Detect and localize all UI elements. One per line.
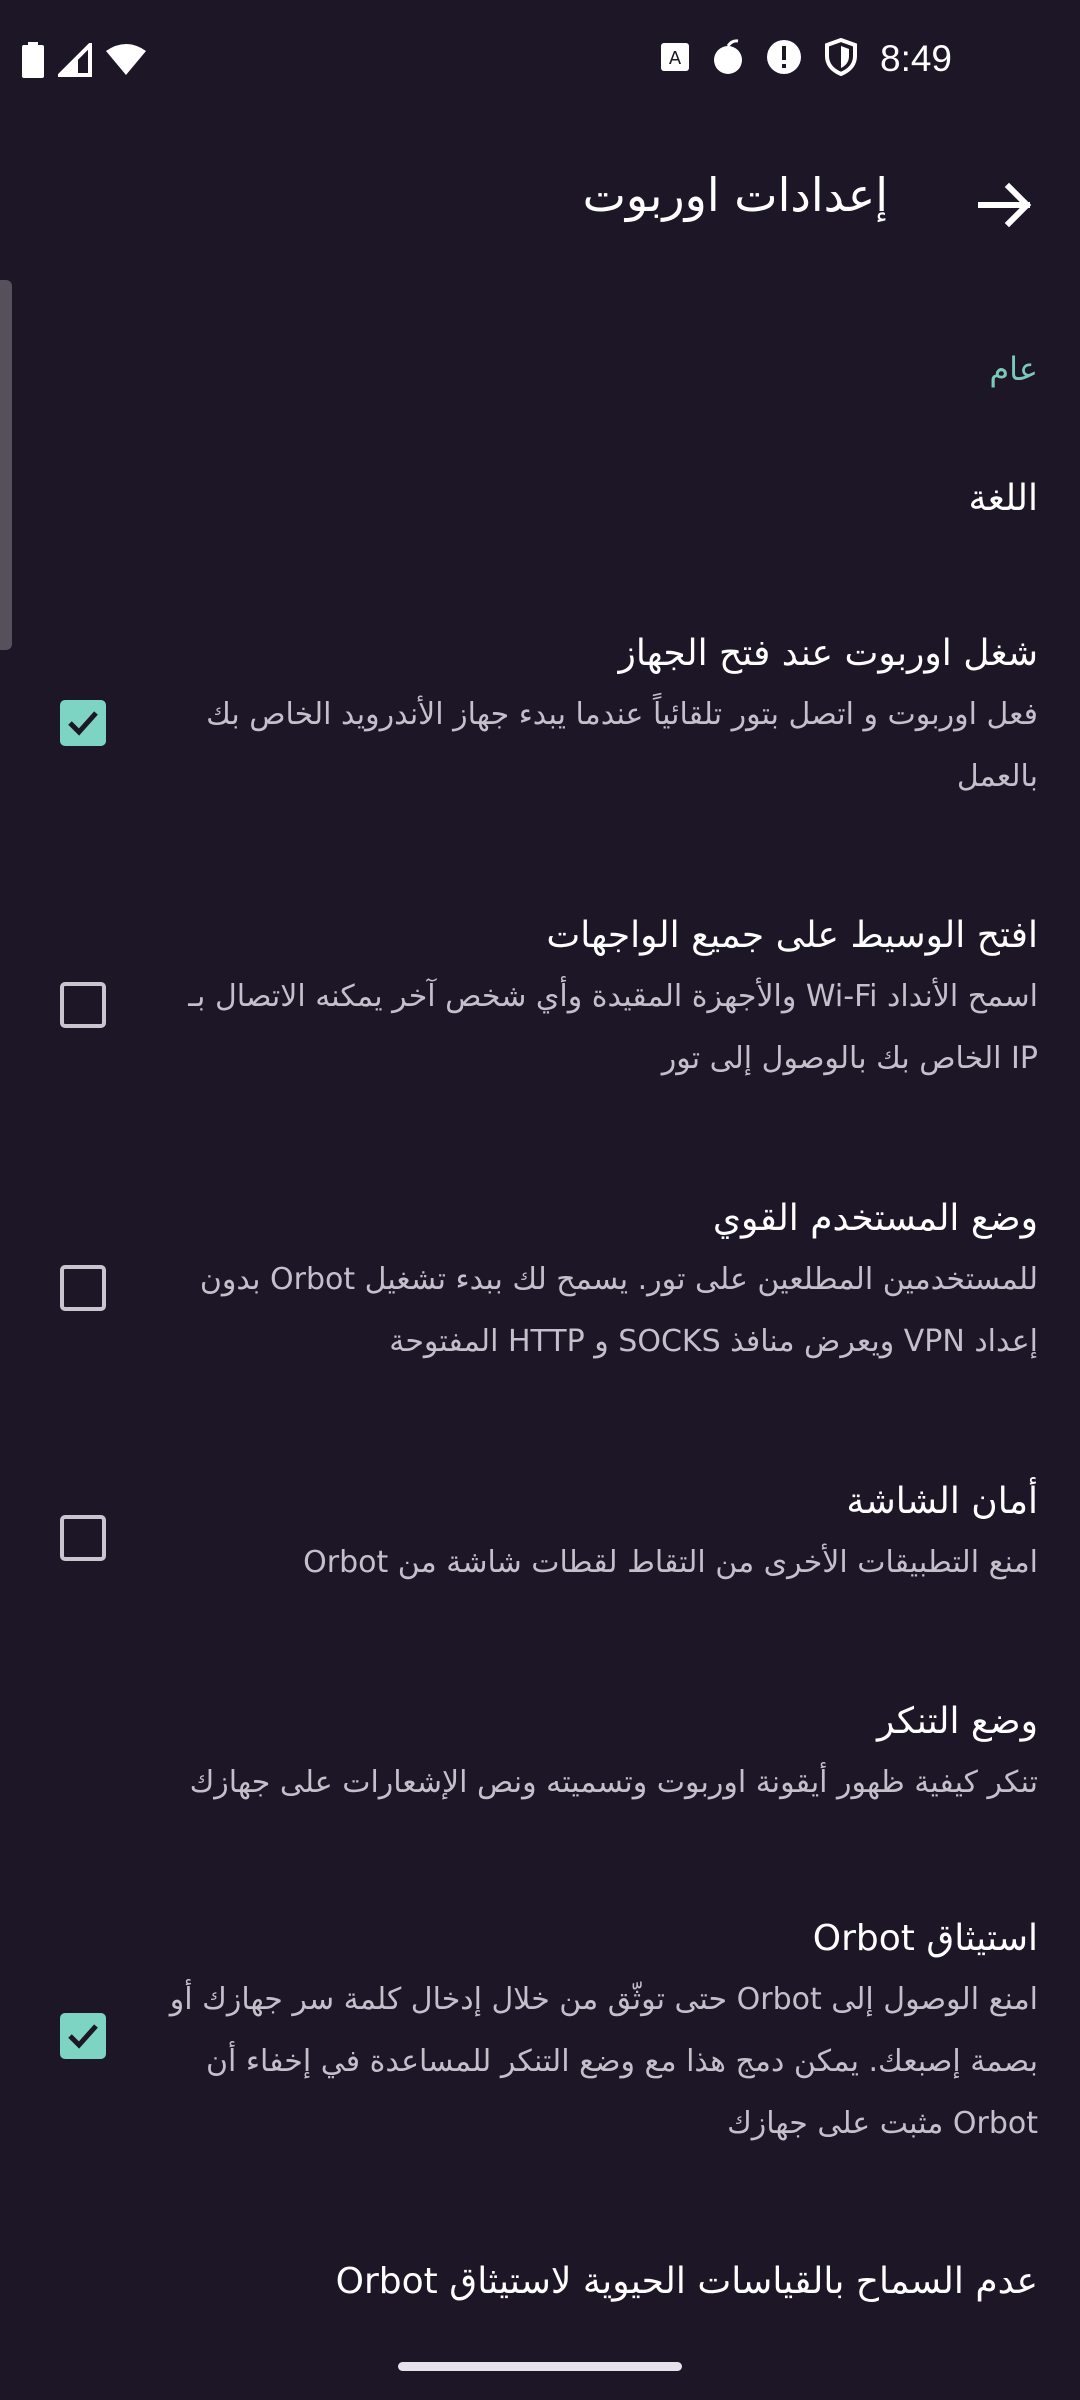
pref-summary: امنع الوصول إلى Orbot حتى توثّق من خلال … xyxy=(169,1982,1038,2141)
back-button[interactable] xyxy=(975,175,1035,235)
pref-title: شغل اوربوت عند فتح الجهاز xyxy=(618,633,1038,674)
home-indicator[interactable] xyxy=(398,2362,682,2371)
pref-title: افتح الوسيط على جميع الواجهات xyxy=(546,915,1038,956)
pref-title: وضع التنكر xyxy=(877,1701,1038,1742)
status-time: 8:49 xyxy=(880,38,953,79)
pref-screen-security[interactable]: أمان الشاشة امنع التطبيقات الأخرى من الت… xyxy=(160,1478,1038,1594)
page-title: إعدادات اوربوت xyxy=(582,168,888,222)
pref-open-proxy-all-interfaces[interactable]: افتح الوسيط على جميع الواجهات اسمح الأند… xyxy=(160,912,1038,1090)
open-proxy-checkbox[interactable] xyxy=(60,982,106,1028)
signal-icon xyxy=(55,40,92,81)
pref-disallow-biometrics[interactable]: عدم السماح بالقياسات الحيوية لاستيثاق Or… xyxy=(160,2258,1038,2306)
checkmark-icon xyxy=(68,2024,98,2049)
pref-summary: فعل اوربوت و اتصل بتور تلقائياً عندما يب… xyxy=(206,697,1038,794)
status-left-icons xyxy=(22,40,146,82)
app-notification-icon: A xyxy=(660,42,690,76)
pref-start-on-boot[interactable]: شغل اوربوت عند فتح الجهاز فعل اوربوت و ا… xyxy=(160,630,1038,808)
status-bar: A 8:49 xyxy=(0,0,1080,130)
battery-icon xyxy=(22,42,44,82)
wifi-icon xyxy=(106,43,146,81)
pref-orbot-authentication[interactable]: استيثاق Orbot امنع الوصول إلى Orbot حتى … xyxy=(160,1915,1038,2155)
orbot-authentication-checkbox[interactable] xyxy=(60,2013,106,2059)
power-user-checkbox[interactable] xyxy=(60,1265,106,1311)
screen-security-checkbox[interactable] xyxy=(60,1515,106,1561)
arrow-right-icon xyxy=(978,182,1032,228)
toolbar xyxy=(0,130,1080,280)
scrollbar[interactable] xyxy=(0,280,12,650)
pref-summary: اسمح الأنداد Wi-Fi والأجهزة المقيدة وأي … xyxy=(188,979,1038,1076)
status-right-icons: A 8:49 xyxy=(660,37,953,80)
pref-title: استيثاق Orbot xyxy=(812,1918,1038,1959)
category-general: عام xyxy=(989,350,1038,388)
pref-language[interactable]: اللغة xyxy=(160,475,1038,523)
bomb-icon xyxy=(712,38,744,80)
pref-power-user-mode[interactable]: وضع المستخدم القوي للمستخدمين المطلعين ع… xyxy=(160,1195,1038,1373)
shield-icon xyxy=(824,37,858,80)
pref-summary: للمستخدمين المطلعين على تور. يسمح لك ببد… xyxy=(199,1262,1038,1359)
pref-title: اللغة xyxy=(968,478,1038,519)
svg-text:A: A xyxy=(669,48,682,69)
alert-icon xyxy=(766,39,802,79)
pref-summary: امنع التطبيقات الأخرى من التقاط لقطات شا… xyxy=(303,1545,1038,1580)
checkmark-icon xyxy=(68,711,98,736)
pref-summary: تنكر كيفية ظهور أيقونة اوربوت وتسميته ون… xyxy=(189,1765,1038,1800)
pref-title: وضع المستخدم القوي xyxy=(712,1198,1038,1239)
pref-title: أمان الشاشة xyxy=(846,1481,1038,1522)
pref-camouflage-mode[interactable]: وضع التنكر تنكر كيفية ظهور أيقونة اوربوت… xyxy=(160,1698,1038,1814)
pref-title: عدم السماح بالقياسات الحيوية لاستيثاق Or… xyxy=(335,2261,1038,2302)
start-on-boot-checkbox[interactable] xyxy=(60,700,106,746)
